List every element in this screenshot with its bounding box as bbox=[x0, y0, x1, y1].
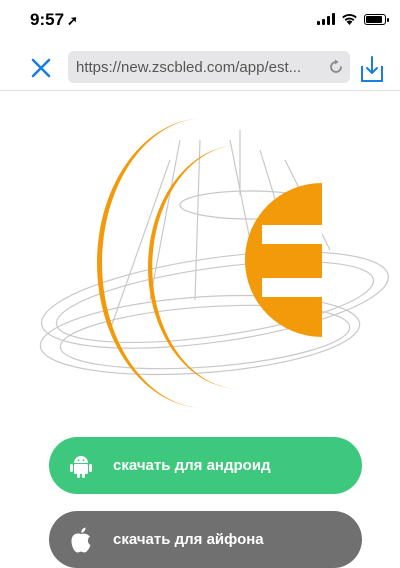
android-icon bbox=[67, 451, 95, 481]
location-arrow-icon: ➚ bbox=[67, 13, 78, 28]
status-time-text: 9:57 bbox=[30, 10, 65, 29]
apple-icon bbox=[67, 525, 95, 555]
browser-toolbar: https://new.zscbled.com/app/est... bbox=[0, 46, 400, 91]
reload-icon bbox=[330, 59, 342, 73]
url-field[interactable]: https://new.zscbled.com/app/est... bbox=[68, 51, 350, 83]
status-time: 9:57 ➚ bbox=[30, 10, 78, 30]
android-download-label: скачать для андроид bbox=[113, 457, 271, 474]
download-icon bbox=[361, 56, 383, 82]
company-logo bbox=[39, 118, 389, 408]
logo-crescents bbox=[97, 118, 240, 408]
close-button[interactable] bbox=[27, 54, 55, 82]
chandelier-lines bbox=[39, 130, 389, 376]
battery-icon bbox=[364, 13, 389, 25]
status-bar: 9:57 ➚ bbox=[0, 0, 400, 44]
android-download-button[interactable]: скачать для андроид bbox=[49, 437, 362, 494]
logo-e-letter bbox=[244, 182, 322, 337]
url-text: https://new.zscbled.com/app/est... bbox=[76, 58, 302, 76]
signal-icon bbox=[317, 13, 335, 25]
reload-button[interactable] bbox=[322, 53, 350, 81]
status-icons bbox=[317, 13, 389, 25]
wifi-icon bbox=[342, 13, 357, 25]
ios-download-label: скачать для айфона bbox=[113, 531, 264, 548]
close-icon bbox=[31, 58, 51, 78]
ios-download-button[interactable]: скачать для айфона bbox=[49, 511, 362, 568]
download-button[interactable] bbox=[358, 54, 386, 84]
